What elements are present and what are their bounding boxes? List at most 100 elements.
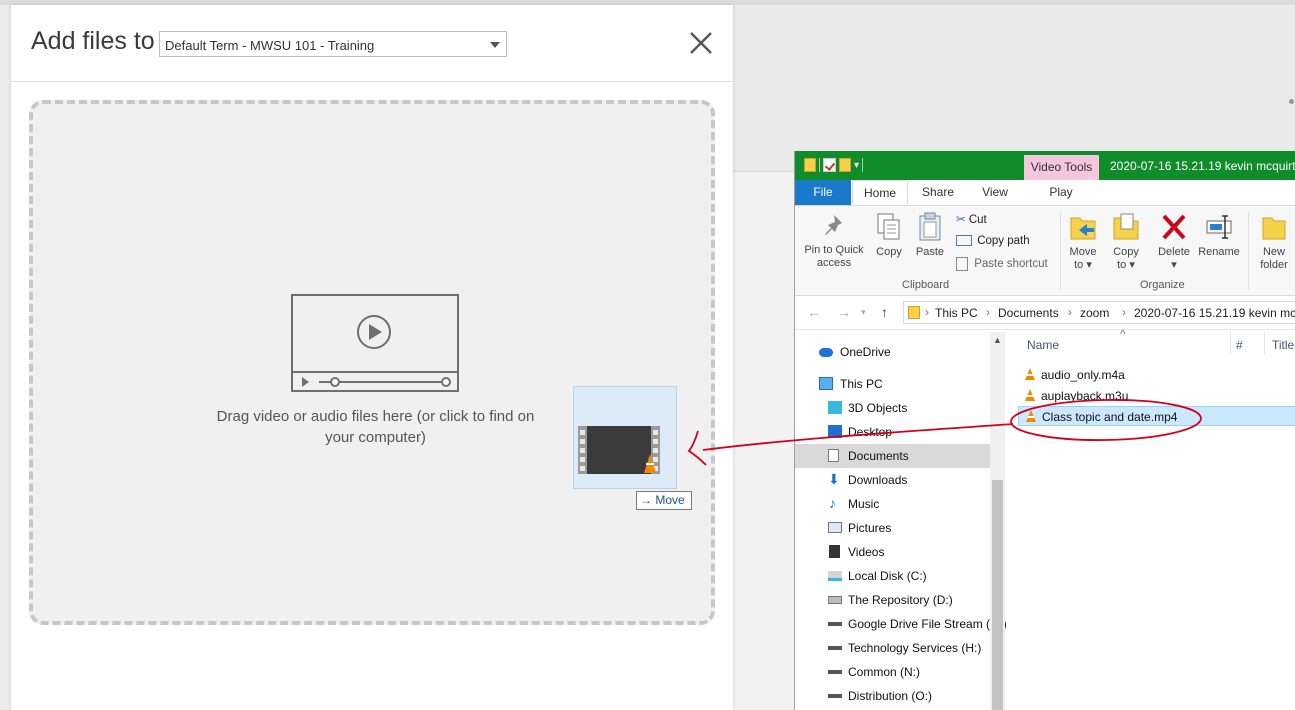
delete-icon	[1162, 214, 1186, 240]
nav-item-local-disk-c[interactable]: Local Disk (C:)	[795, 564, 990, 588]
network-drive-icon	[828, 646, 842, 650]
nav-item-this-pc[interactable]: This PC	[795, 372, 990, 396]
tab-file[interactable]: File	[795, 180, 851, 205]
copy-label: Copy	[876, 246, 902, 258]
new-folder-icon[interactable]	[839, 158, 851, 172]
nav-item-pictures[interactable]: Pictures	[795, 516, 990, 540]
column-header-title[interactable]: Title	[1272, 338, 1294, 352]
nav-item-onedrive[interactable]: OneDrive	[795, 340, 990, 364]
destination-select[interactable]: Default Term - MWSU 101 - Training	[159, 31, 507, 57]
document-icon	[828, 449, 839, 462]
copy-button[interactable]: Copy	[873, 212, 905, 259]
folder-icon[interactable]	[804, 158, 816, 172]
ribbon-home: Pin to Quick access Copy Paste ✂ Cut Cop…	[795, 206, 1295, 296]
close-icon[interactable]	[687, 29, 715, 57]
up-arrow-icon[interactable]: ↑	[881, 304, 888, 320]
quick-access-toolbar: ▾	[804, 158, 864, 172]
delete-button[interactable]: Delete ▾	[1155, 212, 1193, 272]
column-header-name[interactable]: Name	[1027, 338, 1059, 352]
scrollbar-thumb[interactable]	[992, 480, 1003, 710]
chevron-down-icon	[490, 42, 500, 48]
scissors-icon: ✂	[956, 214, 966, 226]
nav-item-common-n[interactable]: Common (N:)	[795, 660, 990, 684]
destination-select-value: Default Term - MWSU 101 - Training	[165, 38, 375, 53]
cut-button[interactable]: ✂ Cut	[956, 212, 987, 226]
vlc-cone-icon	[1025, 389, 1035, 401]
film-icon	[829, 545, 840, 558]
add-files-dialog: Add files to Default Term - MWSU 101 - T…	[11, 5, 733, 710]
explorer-titlebar: ▾ Video Tools 2020-07-16 15.21.19 kevin …	[795, 151, 1295, 180]
network-drive-icon	[828, 622, 842, 626]
nav-item-desktop[interactable]: Desktop	[795, 420, 990, 444]
column-header-number[interactable]: #	[1236, 338, 1243, 352]
cube-icon	[828, 401, 842, 414]
new-folder-label: New folder	[1260, 246, 1288, 271]
copy-to-icon	[1113, 213, 1139, 240]
breadcrumb-documents[interactable]: Documents	[998, 306, 1059, 320]
pin-to-quick-access-button[interactable]: Pin to Quick access	[801, 212, 867, 270]
vlc-cone-icon	[1026, 410, 1036, 422]
rename-icon	[1206, 215, 1232, 239]
dialog-header: Add files to Default Term - MWSU 101 - T…	[11, 5, 733, 82]
rename-button[interactable]: Rename	[1198, 212, 1240, 259]
window-title: 2020-07-16 15.21.19 kevin mcquirter	[1110, 159, 1295, 173]
address-box[interactable]: › This PC › Documents › zoom › 2020-07-1…	[903, 301, 1295, 324]
music-note-icon: ♪	[829, 495, 836, 511]
customize-toolbar-icon[interactable]: ▾	[854, 160, 859, 171]
nav-item-3d-objects[interactable]: 3D Objects	[795, 396, 990, 420]
tab-view[interactable]: View	[967, 180, 1023, 205]
scroll-up-icon[interactable]: ▲	[993, 335, 1002, 345]
nav-item-documents[interactable]: Documents	[795, 444, 990, 468]
more-options-icon[interactable]	[1289, 99, 1294, 104]
move-to-icon	[1070, 217, 1096, 240]
back-arrow-icon[interactable]: ←	[807, 304, 821, 320]
forward-arrow-icon[interactable]: →	[837, 304, 851, 320]
chevron-down-icon: ▾	[1171, 259, 1177, 271]
recent-locations-icon[interactable]: ▾	[861, 307, 866, 318]
nav-item-music[interactable]: ♪ Music	[795, 492, 990, 516]
file-row[interactable]: auplayback.m3u	[1018, 386, 1295, 406]
file-row[interactable]: audio_only.m4a	[1018, 365, 1295, 385]
network-drive-icon	[828, 670, 842, 674]
nav-item-repository-d[interactable]: The Repository (D:)	[795, 588, 990, 612]
copy-path-button[interactable]: Copy path	[956, 235, 1030, 247]
breadcrumb-zoom[interactable]: zoom	[1080, 306, 1109, 320]
tab-play[interactable]: Play	[1029, 180, 1093, 205]
new-folder-icon	[1262, 217, 1286, 240]
paste-button[interactable]: Paste	[913, 212, 947, 259]
tab-share[interactable]: Share	[914, 180, 962, 205]
network-drive-icon	[828, 694, 842, 698]
copy-to-button[interactable]: Copy to ▾	[1109, 212, 1143, 272]
background-app-header	[733, 5, 1295, 172]
nav-item-downloads[interactable]: ⬇ Downloads	[795, 468, 990, 492]
copy-path-label: Copy path	[977, 235, 1030, 247]
paste-label: Paste	[915, 246, 945, 258]
tab-home[interactable]: Home	[852, 180, 908, 205]
video-tools-contextual-tab[interactable]: Video Tools	[1024, 155, 1099, 180]
new-folder-button[interactable]: New folder	[1254, 212, 1294, 272]
navigation-scrollbar[interactable]: ▲	[990, 332, 1005, 710]
sort-ascending-icon: ^	[1120, 327, 1126, 341]
breadcrumb-this-pc[interactable]: This PC	[935, 306, 978, 320]
move-to-label: Move to ▾	[1069, 246, 1097, 271]
file-dropzone[interactable]: Drag video or audio files here (or click…	[29, 100, 715, 625]
file-row-selected[interactable]: Class topic and date.mp4	[1018, 406, 1295, 426]
nav-item-distribution-o[interactable]: Distribution (O:)	[795, 684, 990, 708]
nav-item-technology-services-h[interactable]: Technology Services (H:)	[795, 636, 990, 660]
move-tooltip: → Move	[636, 491, 692, 510]
paste-shortcut-label: Paste shortcut	[974, 258, 1048, 271]
move-to-button[interactable]: Move to ▾	[1066, 212, 1100, 272]
file-list: ^ Name # Title audio_only.m4a auplayback…	[1006, 327, 1295, 710]
pictures-icon	[828, 522, 842, 533]
breadcrumb-current-folder[interactable]: 2020-07-16 15.21.19 kevin mc	[1134, 306, 1295, 320]
nav-item-videos[interactable]: Videos	[795, 540, 990, 564]
desktop-icon	[828, 425, 842, 438]
paste-shortcut-button[interactable]: Paste shortcut	[956, 257, 1048, 271]
cloud-icon	[819, 348, 833, 357]
cut-label: Cut	[968, 214, 987, 226]
properties-icon[interactable]	[823, 158, 836, 172]
download-arrow-icon: ⬇	[828, 471, 840, 487]
paste-shortcut-icon	[956, 257, 968, 271]
nav-item-google-drive-g[interactable]: Google Drive File Stream (G:)	[795, 612, 1007, 636]
film-strip-icon	[578, 426, 660, 474]
